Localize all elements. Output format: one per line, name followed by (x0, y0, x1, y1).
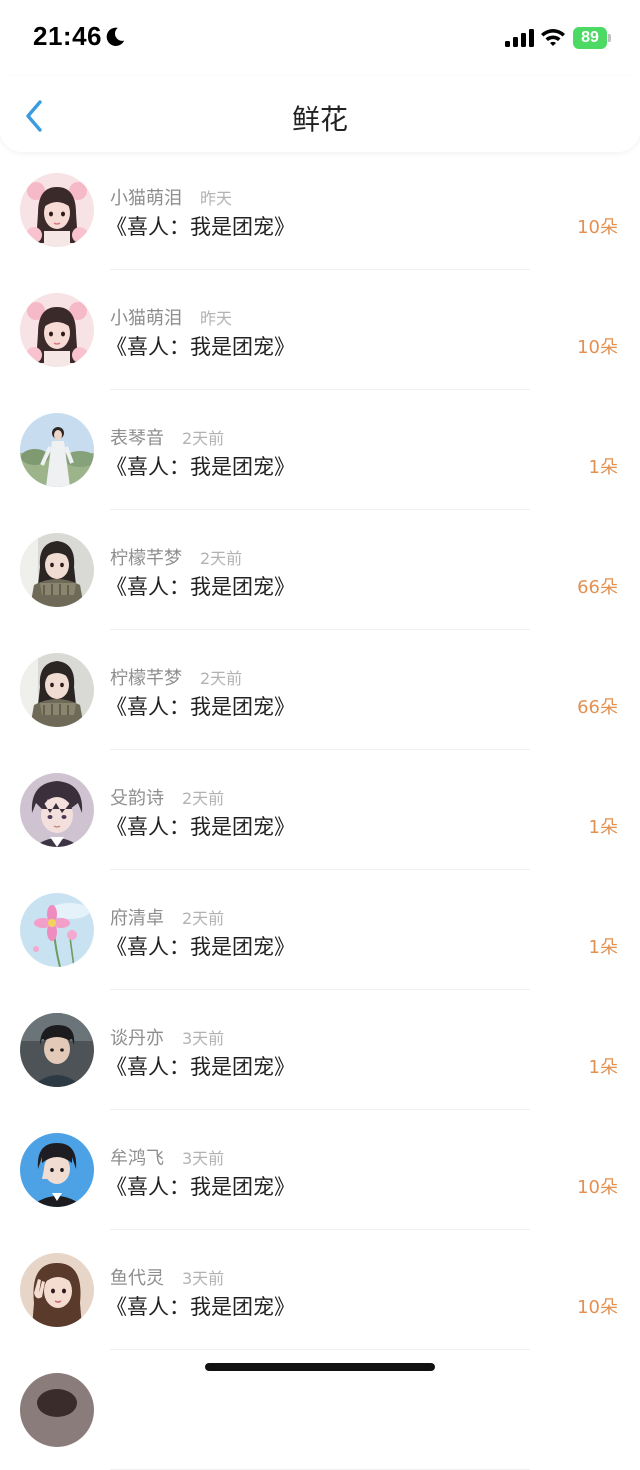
timestamp: 昨天 (200, 189, 233, 208)
user-name[interactable]: 表琴音 (110, 424, 164, 450)
timestamp: 2天前 (200, 549, 243, 568)
avatar-image (20, 773, 94, 847)
work-title: 《喜人：我是团宠》 (106, 1295, 295, 1319)
timestamp: 2天前 (182, 789, 225, 808)
avatar-image (20, 1373, 94, 1447)
list-item[interactable]: 小猫萌泪 昨天《喜人：我是团宠》 10朵 (0, 150, 640, 270)
avatar-image (20, 173, 94, 247)
battery-level: 89 (573, 27, 607, 49)
list-item[interactable]: 柠檬芊梦 2天前《喜人：我是团宠》 66朵 (0, 630, 640, 750)
avatar[interactable] (20, 1133, 94, 1207)
list-item[interactable]: 表琴音 2天前《喜人：我是团宠》 1朵 (0, 390, 640, 510)
user-name[interactable]: 府清卓 (110, 904, 164, 930)
user-name[interactable]: 小猫萌泪 (110, 184, 182, 210)
timestamp: 3天前 (182, 1029, 225, 1048)
work-title: 《喜人：我是团宠》 (106, 815, 295, 839)
avatar[interactable] (20, 653, 94, 727)
timestamp: 3天前 (182, 1269, 225, 1288)
work-title: 《喜人：我是团宠》 (106, 215, 295, 239)
avatar[interactable] (20, 173, 94, 247)
avatar-image (20, 533, 94, 607)
flower-count: 10朵 (577, 1297, 618, 1318)
moon-icon (106, 27, 125, 46)
work-title: 《喜人：我是团宠》 (106, 1175, 295, 1199)
avatar[interactable] (20, 413, 94, 487)
battery-indicator: 89 (573, 27, 611, 49)
work-title: 《喜人：我是团宠》 (106, 455, 295, 479)
user-name[interactable]: 鱼代灵 (110, 1264, 164, 1290)
list-item[interactable]: 谈丹亦 3天前《喜人：我是团宠》 1朵 (0, 990, 640, 1110)
work-title: 《喜人：我是团宠》 (106, 935, 295, 959)
work-title: 《喜人：我是团宠》 (106, 335, 295, 359)
avatar-image (20, 293, 94, 367)
flower-count: 1朵 (588, 817, 618, 838)
page-title: 鲜花 (291, 103, 348, 136)
flower-count: 1朵 (588, 1057, 618, 1078)
avatar[interactable] (20, 533, 94, 607)
avatar-image (20, 653, 94, 727)
list-item[interactable]: 柠檬芊梦 2天前《喜人：我是团宠》 66朵 (0, 510, 640, 630)
avatar-image (20, 413, 94, 487)
navigation-bar: 鲜花 (0, 76, 640, 152)
user-name[interactable]: 殳韵诗 (110, 784, 164, 810)
flower-count: 10朵 (577, 337, 618, 358)
wifi-icon (541, 29, 565, 46)
user-name[interactable]: 谈丹亦 (110, 1024, 164, 1050)
flower-gift-list: 小猫萌泪 昨天 《喜人：我是团宠》 10朵 小猫萌泪 昨天 《喜人：我是团宠》 10朵 表琴… (0, 150, 640, 1470)
avatar[interactable] (20, 773, 94, 847)
list-item[interactable]: 鱼代灵 3天前《喜人：我是团宠》 10朵 (0, 1230, 640, 1350)
status-bar: 21:46 89 (0, 0, 640, 76)
avatar[interactable] (20, 893, 94, 967)
timestamp: 2天前 (200, 669, 243, 688)
flower-count: 66朵 (577, 697, 618, 718)
flower-count: 10朵 (577, 1177, 618, 1198)
work-title: 《喜人：我是团宠》 (106, 575, 295, 599)
list-item[interactable]: 府清卓 2天前《喜人：我是团宠》 1朵 (0, 870, 640, 990)
avatar[interactable] (20, 293, 94, 367)
timestamp: 2天前 (182, 909, 225, 928)
user-name[interactable]: 柠檬芊梦 (110, 544, 182, 570)
avatar[interactable] (20, 1013, 94, 1087)
avatar-image (20, 1253, 94, 1327)
timestamp: 3天前 (182, 1149, 225, 1168)
user-name[interactable]: 柠檬芊梦 (110, 664, 182, 690)
user-name[interactable]: 牟鸿飞 (110, 1144, 164, 1170)
status-time: 21:46 (33, 21, 102, 51)
timestamp: 2天前 (182, 429, 225, 448)
list-item[interactable]: 牟鸿飞 3天前《喜人：我是团宠》 10朵 (0, 1110, 640, 1230)
timestamp: 昨天 (200, 309, 233, 328)
work-title: 《喜人：我是团宠》 (106, 1055, 295, 1079)
avatar-image (20, 1013, 94, 1087)
flower-count: 1朵 (588, 457, 618, 478)
work-title: 《喜人：我是团宠》 (106, 695, 295, 719)
user-name[interactable]: 小猫萌泪 (110, 304, 182, 330)
flower-count: 1朵 (588, 937, 618, 958)
home-indicator (205, 1363, 435, 1371)
cellular-signal-icon (505, 29, 534, 47)
avatar[interactable] (20, 1373, 94, 1447)
flower-count: 10朵 (577, 217, 618, 238)
avatar-image (20, 893, 94, 967)
flower-count: 66朵 (577, 577, 618, 598)
avatar-image (20, 1133, 94, 1207)
avatar[interactable] (20, 1253, 94, 1327)
list-item[interactable]: 小猫萌泪 昨天《喜人：我是团宠》 10朵 (0, 270, 640, 390)
battery-tip (608, 34, 611, 42)
list-item[interactable]: 殳韵诗 2天前《喜人：我是团宠》 1朵 (0, 750, 640, 870)
